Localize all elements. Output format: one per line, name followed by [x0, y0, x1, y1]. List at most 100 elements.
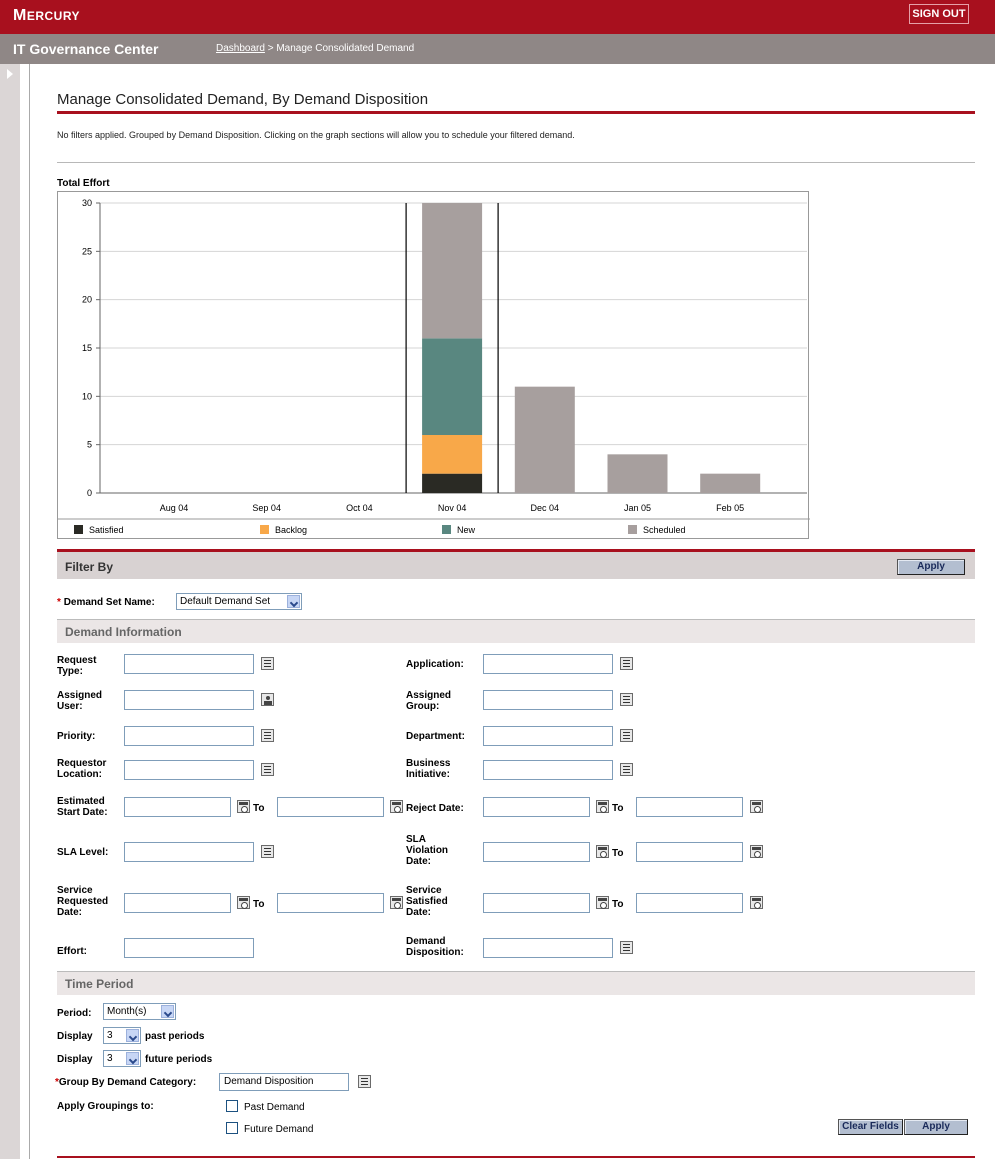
chevron-down-icon [126, 1052, 139, 1065]
application-label: Application: [406, 659, 464, 670]
list-picker-icon[interactable] [620, 657, 633, 670]
sla-level-label: SLA Level: [57, 847, 109, 858]
future-periods-label: future periods [145, 1054, 213, 1065]
sla-violation-date-from-input[interactable] [483, 842, 590, 862]
chart-title: Total Effort [57, 178, 110, 189]
demand-information-header: Demand Information [57, 619, 975, 643]
clear-fields-button[interactable]: Clear Fields [838, 1119, 903, 1135]
service-satisfied-date-to-input[interactable] [636, 893, 743, 913]
priority-input[interactable] [124, 726, 254, 746]
list-picker-icon[interactable] [620, 941, 633, 954]
sla-level-input[interactable] [124, 842, 254, 862]
service-requested-date-to-input[interactable] [277, 893, 384, 913]
time-period-header: Time Period [57, 971, 975, 995]
divider [29, 64, 30, 1159]
group-by-label: *Group By Demand Category: [55, 1077, 197, 1088]
estimated-start-date-from-input[interactable] [124, 797, 231, 817]
business-initiative-label: Business Initiative: [406, 758, 451, 780]
period-label: Period: [57, 1008, 92, 1019]
calendar-icon[interactable] [390, 896, 403, 909]
top-bar: MERCURY SIGN OUT [0, 0, 995, 34]
calendar-icon[interactable] [237, 896, 250, 909]
breadcrumb-current: > Manage Consolidated Demand [264, 43, 415, 54]
calendar-icon[interactable] [750, 845, 763, 858]
service-satisfied-date-label: Service Satisfied Date: [406, 885, 448, 918]
demand-set-select[interactable]: Default Demand Set [176, 593, 302, 610]
list-picker-icon[interactable] [261, 845, 274, 858]
y-tick-label: 10 [82, 391, 92, 401]
request-type-input[interactable] [124, 654, 254, 674]
calendar-icon[interactable] [750, 896, 763, 909]
future-periods-select[interactable]: 3 [103, 1050, 141, 1067]
y-tick-label: 0 [87, 488, 92, 498]
service-satisfied-date-from-input[interactable] [483, 893, 590, 913]
past-periods-select[interactable]: 3 [103, 1027, 141, 1044]
chevron-down-icon [287, 595, 300, 608]
demand-disposition-input[interactable] [483, 938, 613, 958]
app-name: IT Governance Center [13, 41, 159, 57]
assigned-group-input[interactable] [483, 690, 613, 710]
list-picker-icon[interactable] [261, 763, 274, 776]
apply-button-top[interactable]: Apply [897, 559, 965, 575]
requestor-location-input[interactable] [124, 760, 254, 780]
legend-label: Backlog [275, 525, 307, 535]
assigned-group-label: Assigned Group: [406, 690, 452, 712]
legend-label: New [457, 525, 476, 535]
calendar-icon[interactable] [750, 800, 763, 813]
list-picker-icon[interactable] [620, 763, 633, 776]
reject-date-from-input[interactable] [483, 797, 590, 817]
period-select[interactable]: Month(s) [103, 1003, 176, 1020]
list-picker-icon[interactable] [358, 1075, 371, 1088]
department-input[interactable] [483, 726, 613, 746]
priority-label: Priority: [57, 731, 96, 742]
estimated-start-date-to-input[interactable] [277, 797, 384, 817]
y-tick-label: 20 [82, 295, 92, 305]
to-label: To [612, 803, 624, 814]
section-title: Demand Information [65, 625, 182, 639]
expand-arrow-icon[interactable] [7, 69, 13, 79]
effort-chart: 0 5 10 15 20 25 30 Aug 04 Sep 04 Oct 04 Nov 04 Dec … [57, 191, 810, 539]
breadcrumb: Dashboard > Manage Consolidated Demand [216, 43, 414, 54]
calendar-icon[interactable] [237, 800, 250, 813]
filter-by-title: Filter By [65, 560, 114, 574]
mercury-logo: MERCURY [13, 7, 81, 24]
past-demand-checkbox[interactable] [226, 1100, 238, 1112]
service-requested-date-from-input[interactable] [124, 893, 231, 913]
list-picker-icon[interactable] [620, 729, 633, 742]
apply-button-bottom[interactable]: Apply [904, 1119, 968, 1135]
business-initiative-input[interactable] [483, 760, 613, 780]
to-label: To [612, 899, 624, 910]
bar-segment-scheduled [422, 203, 483, 339]
reject-date-to-input[interactable] [636, 797, 743, 817]
to-label: To [253, 803, 265, 814]
service-requested-date-label: Service Requested Date: [57, 885, 109, 918]
future-demand-label: Future Demand [244, 1124, 314, 1135]
requestor-location-label: Requestor Location: [57, 758, 107, 780]
reject-date-label: Reject Date: [406, 803, 464, 814]
display-past-label: Display [57, 1031, 93, 1042]
sign-out-button[interactable]: SIGN OUT [909, 4, 969, 24]
x-tick-label: Dec 04 [531, 503, 560, 513]
estimated-start-date-label: Estimated Start Date: [57, 796, 108, 818]
future-demand-checkbox[interactable] [226, 1122, 238, 1134]
assigned-user-input[interactable] [124, 690, 254, 710]
list-picker-icon[interactable] [261, 657, 274, 670]
calendar-icon[interactable] [596, 845, 609, 858]
filter-by-header: Filter By Apply [57, 549, 975, 579]
apply-groupings-label: Apply Groupings to: [57, 1101, 154, 1112]
user-picker-icon[interactable] [261, 693, 274, 706]
calendar-icon[interactable] [596, 800, 609, 813]
bar-segment-satisfied [422, 473, 483, 493]
list-picker-icon[interactable] [620, 693, 633, 706]
calendar-icon[interactable] [390, 800, 403, 813]
assigned-user-label: Assigned User: [57, 690, 103, 712]
effort-input[interactable] [124, 938, 254, 958]
sla-violation-date-to-input[interactable] [636, 842, 743, 862]
calendar-icon[interactable] [596, 896, 609, 909]
application-input[interactable] [483, 654, 613, 674]
breadcrumb-dashboard-link[interactable]: Dashboard [216, 43, 265, 54]
list-picker-icon[interactable] [261, 729, 274, 742]
left-collapse-rail[interactable] [0, 64, 20, 1159]
legend-label: Satisfied [89, 525, 124, 535]
group-by-input[interactable]: Demand Disposition [219, 1073, 349, 1091]
